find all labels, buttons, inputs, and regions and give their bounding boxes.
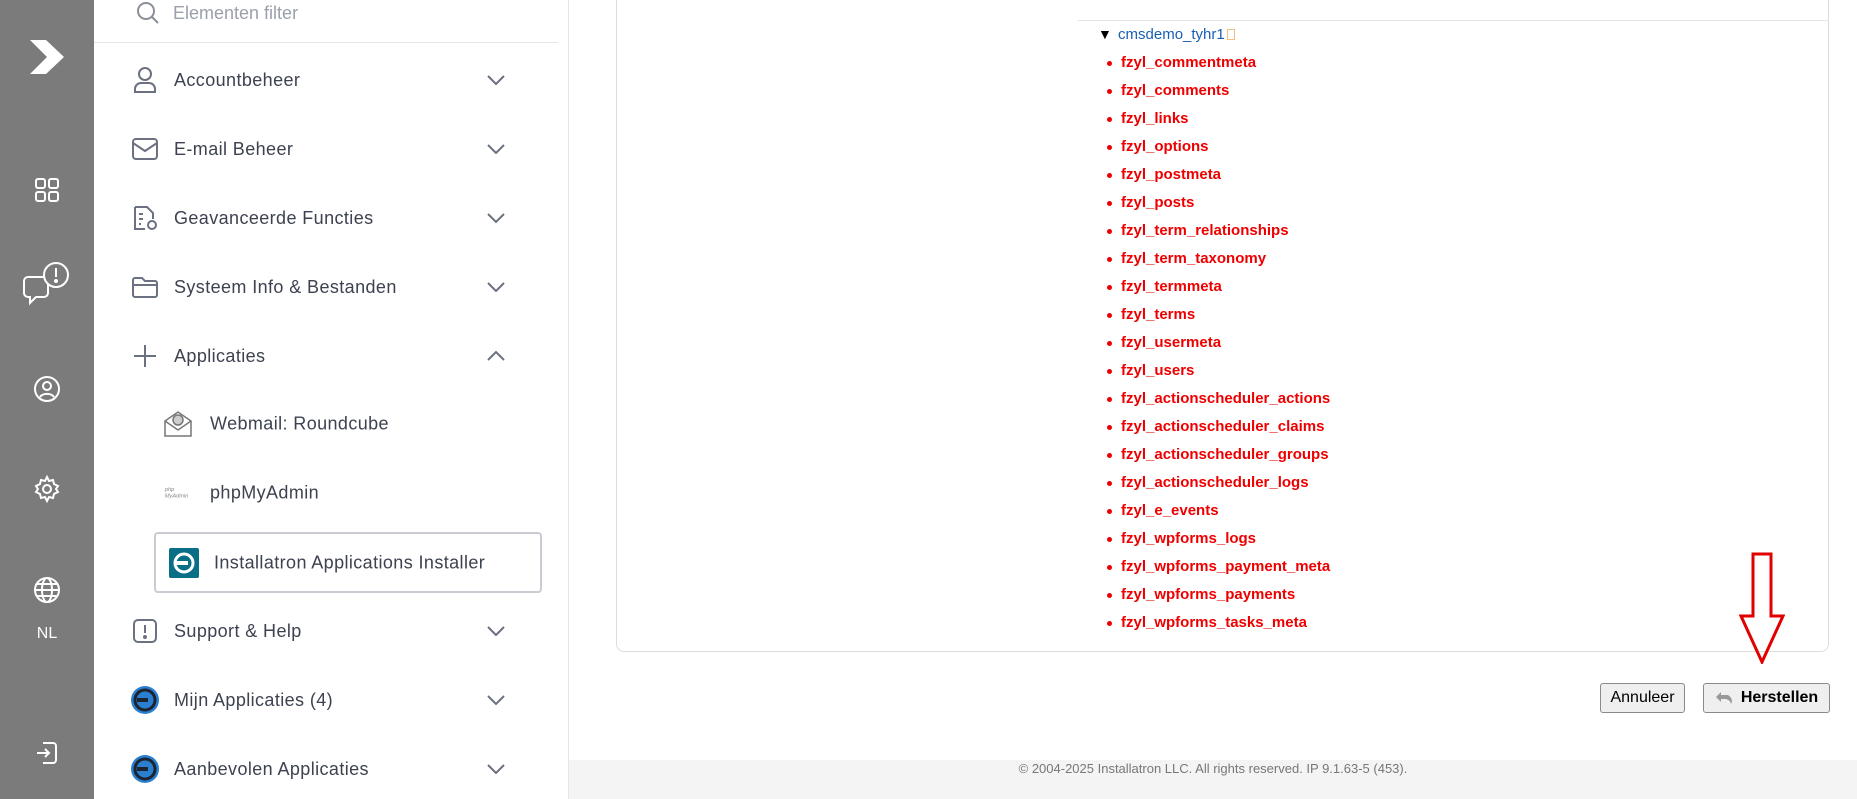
- restore-button[interactable]: Herstellen: [1703, 683, 1830, 713]
- submenu-label: Installatron Applications Installer: [214, 552, 486, 572]
- installatron-icon: [130, 685, 160, 715]
- table-list-item: fzyl_actionscheduler_logs: [1106, 473, 1330, 501]
- menu-label: Applicaties: [174, 345, 266, 366]
- table-list-item: fzyl_actionscheduler_claims: [1106, 417, 1330, 445]
- submenu-item-phpmyadmin[interactable]: php MyAdmin phpMyAdmin: [154, 465, 534, 521]
- footer-copyright: © 2004-2025 Installatron LLC. All rights…: [1018, 761, 1408, 776]
- table-list-item: fzyl_users: [1106, 361, 1330, 389]
- grid-icon[interactable]: [0, 175, 94, 205]
- sidebar-menu: Accountbeheer E-mail Beheer Geavanceerde…: [94, 0, 662, 799]
- chevron-down-icon: [487, 626, 505, 637]
- table-list-item: fzyl_links: [1106, 109, 1330, 137]
- table-list-item: fzyl_wpforms_logs: [1106, 529, 1330, 557]
- roundcube-icon: [163, 409, 193, 439]
- menu-item-support-help[interactable]: Support & Help: [94, 603, 558, 659]
- menu-item-systeem-info[interactable]: Systeem Info & Bestanden: [94, 259, 558, 315]
- menu-item-accountbeheer[interactable]: Accountbeheer: [94, 52, 558, 108]
- menu-label: Geavanceerde Functies: [174, 207, 374, 228]
- phpmyadmin-icon: php MyAdmin: [163, 478, 193, 508]
- chat-alert-icon[interactable]: [0, 258, 94, 308]
- menu-label: Systeem Info & Bestanden: [174, 276, 397, 297]
- table-list-item: fzyl_term_relationships: [1106, 221, 1330, 249]
- submenu-label: Webmail: Roundcube: [210, 413, 389, 434]
- filter-input[interactable]: [173, 0, 533, 26]
- logout-icon[interactable]: [0, 738, 94, 768]
- alert-square-icon: [130, 616, 160, 646]
- table-list-item: fzyl_postmeta: [1106, 165, 1330, 193]
- menu-label: Support & Help: [174, 620, 302, 641]
- menu-label: Accountbeheer: [174, 69, 301, 90]
- menu-label: E-mail Beheer: [174, 138, 294, 159]
- menu-label: Aanbevolen Applicaties: [174, 758, 369, 779]
- chevron-down-icon: [487, 282, 505, 293]
- logo-icon[interactable]: [0, 32, 94, 82]
- chevron-down-icon: [487, 213, 505, 224]
- globe-icon[interactable]: [0, 575, 94, 605]
- language-label[interactable]: NL: [0, 625, 94, 643]
- menu-item-applicaties[interactable]: Applicaties: [94, 328, 558, 384]
- restore-panel: ▼ cmsdemo_tyhr1 fzyl_commentmeta fzyl_com…: [616, 0, 1829, 652]
- table-list-item: fzyl_termmeta: [1106, 277, 1330, 305]
- svg-text:php: php: [164, 487, 174, 493]
- database-name[interactable]: cmsdemo_tyhr1: [1118, 26, 1225, 43]
- installatron-icon: [130, 754, 160, 784]
- installatron-app-icon: [169, 547, 199, 578]
- menu-item-email-beheer[interactable]: E-mail Beheer: [94, 121, 558, 177]
- submenu-label: phpMyAdmin: [210, 482, 320, 503]
- submenu-item-installatron[interactable]: Installatron Applications Installer: [154, 532, 542, 593]
- table-list-item: fzyl_options: [1106, 137, 1330, 165]
- mail-icon: [130, 134, 160, 164]
- table-list: fzyl_commentmeta fzyl_comments fzyl_links f…: [1106, 53, 1330, 641]
- table-list-item: fzyl_term_taxonomy: [1106, 249, 1330, 277]
- menu-item-mijn-applicaties[interactable]: Mijn Applicaties (4): [94, 672, 558, 728]
- checkbox-mark-icon: [1226, 29, 1235, 40]
- table-list-item: fzyl_wpforms_tasks_meta: [1106, 613, 1330, 641]
- chevron-down-icon: [487, 764, 505, 775]
- table-list-item: fzyl_posts: [1106, 193, 1330, 221]
- menu-label: Mijn Applicaties (4): [174, 689, 334, 710]
- table-list-item: fzyl_actionscheduler_actions: [1106, 389, 1330, 417]
- annotation-arrow-icon: [1739, 552, 1785, 664]
- undo-icon: [1715, 692, 1732, 704]
- icon-rail: NL: [0, 0, 94, 799]
- restore-label: Herstellen: [1740, 689, 1819, 706]
- svg-text:MyAdmin: MyAdmin: [165, 494, 188, 500]
- table-list-item: fzyl_usermeta: [1106, 333, 1330, 361]
- submenu-item-webmail-roundcube[interactable]: Webmail: Roundcube: [154, 396, 534, 452]
- cancel-button[interactable]: Annuleer: [1600, 683, 1685, 713]
- plus-icon: [130, 341, 160, 371]
- menu-item-geavanceerde-functies[interactable]: Geavanceerde Functies: [94, 190, 558, 246]
- chevron-down-icon: [487, 75, 505, 86]
- menu-item-aanbevolen-applicaties[interactable]: Aanbevolen Applicaties: [94, 741, 558, 797]
- user-circle-icon[interactable]: [0, 374, 94, 404]
- document-gear-icon: [130, 203, 160, 233]
- table-list-item: fzyl_terms: [1106, 305, 1330, 333]
- table-list-item: fzyl_actionscheduler_groups: [1106, 445, 1330, 473]
- table-list-item: fzyl_commentmeta: [1106, 53, 1330, 81]
- triangle-down-icon[interactable]: ▼: [1098, 26, 1112, 42]
- chevron-up-icon: [487, 350, 505, 361]
- user-icon: [130, 65, 160, 95]
- database-tree-root[interactable]: ▼ cmsdemo_tyhr1: [1098, 26, 1235, 43]
- filter-bar: [94, 0, 558, 43]
- panel-divider: [1078, 20, 1829, 21]
- folder-icon: [130, 272, 160, 302]
- table-list-item: fzyl_comments: [1106, 81, 1330, 109]
- search-icon: [137, 2, 159, 24]
- main-content: ▼ cmsdemo_tyhr1 fzyl_commentmeta fzyl_com…: [569, 0, 1857, 799]
- chevron-down-icon: [487, 144, 505, 155]
- table-list-item: fzyl_wpforms_payments: [1106, 585, 1330, 613]
- chevron-down-icon: [487, 695, 505, 706]
- table-list-item: fzyl_e_events: [1106, 501, 1330, 529]
- gear-icon[interactable]: [0, 474, 94, 504]
- table-list-item: fzyl_wpforms_payment_meta: [1106, 557, 1330, 585]
